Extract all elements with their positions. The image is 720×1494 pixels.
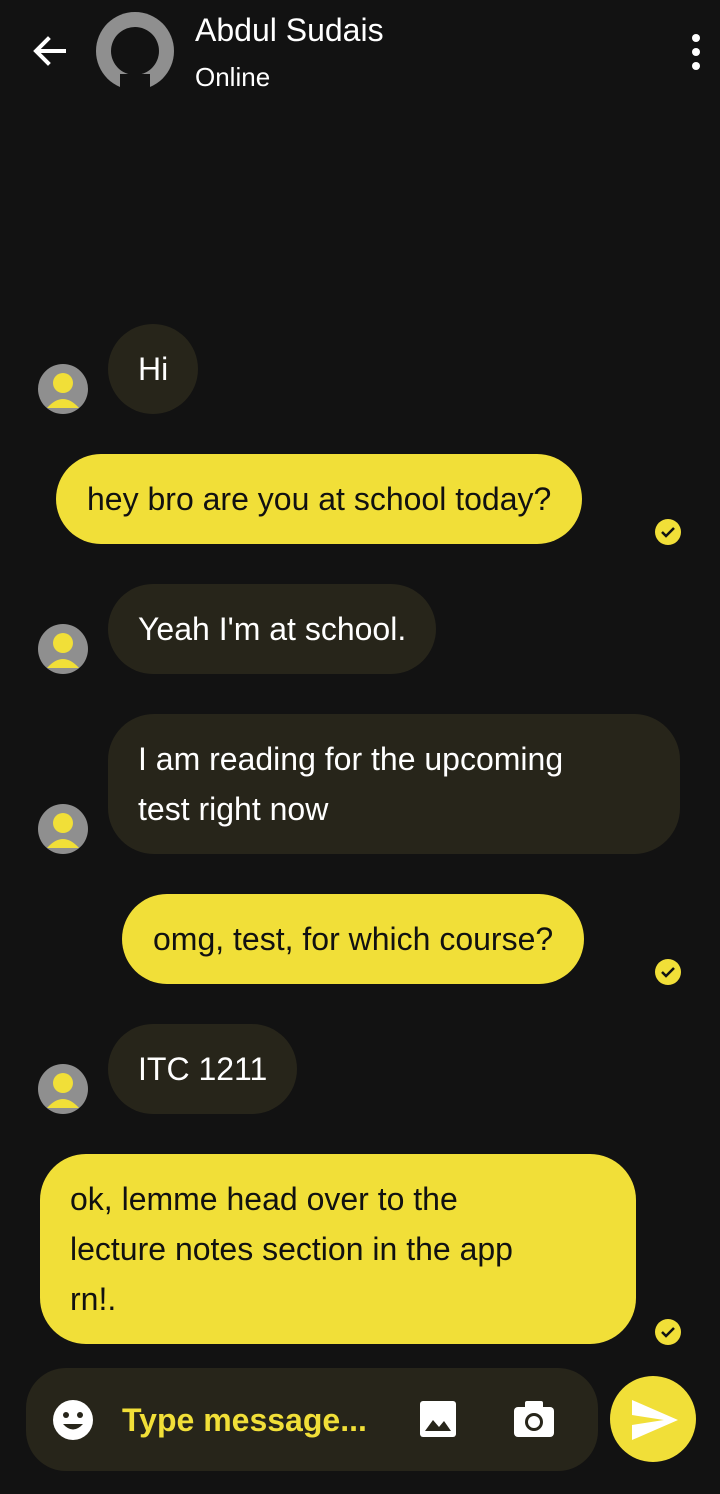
contact-avatar[interactable] bbox=[96, 12, 174, 90]
message-text-line: lecture notes section in the app bbox=[70, 1231, 513, 1267]
sender-avatar-icon bbox=[38, 624, 88, 674]
read-check-icon bbox=[655, 519, 681, 545]
message-bubble-outgoing[interactable]: omg, test, for which course? bbox=[122, 894, 585, 984]
emoji-icon[interactable] bbox=[52, 1399, 94, 1441]
send-button[interactable] bbox=[610, 1376, 696, 1462]
contact-name[interactable]: Abdul Sudais bbox=[195, 12, 384, 49]
message-input[interactable]: Type message... bbox=[122, 1402, 367, 1439]
message-bubble-incoming[interactable]: Hi bbox=[108, 324, 199, 414]
more-vertical-icon[interactable] bbox=[682, 30, 710, 74]
message-text: omg, test, for which course? bbox=[153, 921, 554, 957]
read-check-icon bbox=[655, 959, 681, 985]
message-bubble-outgoing[interactable]: hey bro are you at school today? bbox=[56, 454, 583, 544]
message-text-line: I am reading for the upcoming bbox=[138, 741, 564, 777]
sender-avatar-icon bbox=[38, 1064, 88, 1114]
message-bubble-incoming[interactable]: Yeah I'm at school. bbox=[108, 584, 437, 674]
image-icon[interactable] bbox=[418, 1399, 458, 1439]
message-text: Yeah I'm at school. bbox=[138, 611, 407, 647]
message-text-line: ok, lemme head over to the bbox=[70, 1181, 458, 1217]
contact-status: Online bbox=[195, 62, 271, 92]
message-text-line: rn!. bbox=[70, 1281, 117, 1317]
send-icon bbox=[632, 1400, 678, 1440]
message-composer[interactable]: Type message... bbox=[26, 1368, 598, 1471]
message-text: hey bro are you at school today? bbox=[87, 481, 552, 517]
message-text: Hi bbox=[138, 351, 169, 387]
message-text: ITC 1211 bbox=[138, 1051, 268, 1087]
message-bubble-outgoing[interactable]: ok, lemme head over to the lecture notes… bbox=[40, 1154, 636, 1344]
sender-avatar-icon bbox=[38, 364, 88, 414]
read-check-icon bbox=[655, 1319, 681, 1345]
back-arrow-icon[interactable] bbox=[28, 30, 70, 72]
chat-header: Abdul Sudais Online bbox=[0, 0, 720, 100]
camera-icon[interactable] bbox=[512, 1399, 556, 1439]
sender-avatar-icon bbox=[38, 804, 88, 854]
message-bubble-incoming[interactable]: I am reading for the upcoming test right… bbox=[108, 714, 680, 854]
message-text-line: test right now bbox=[138, 791, 329, 827]
message-bubble-incoming[interactable]: ITC 1211 bbox=[108, 1024, 298, 1114]
